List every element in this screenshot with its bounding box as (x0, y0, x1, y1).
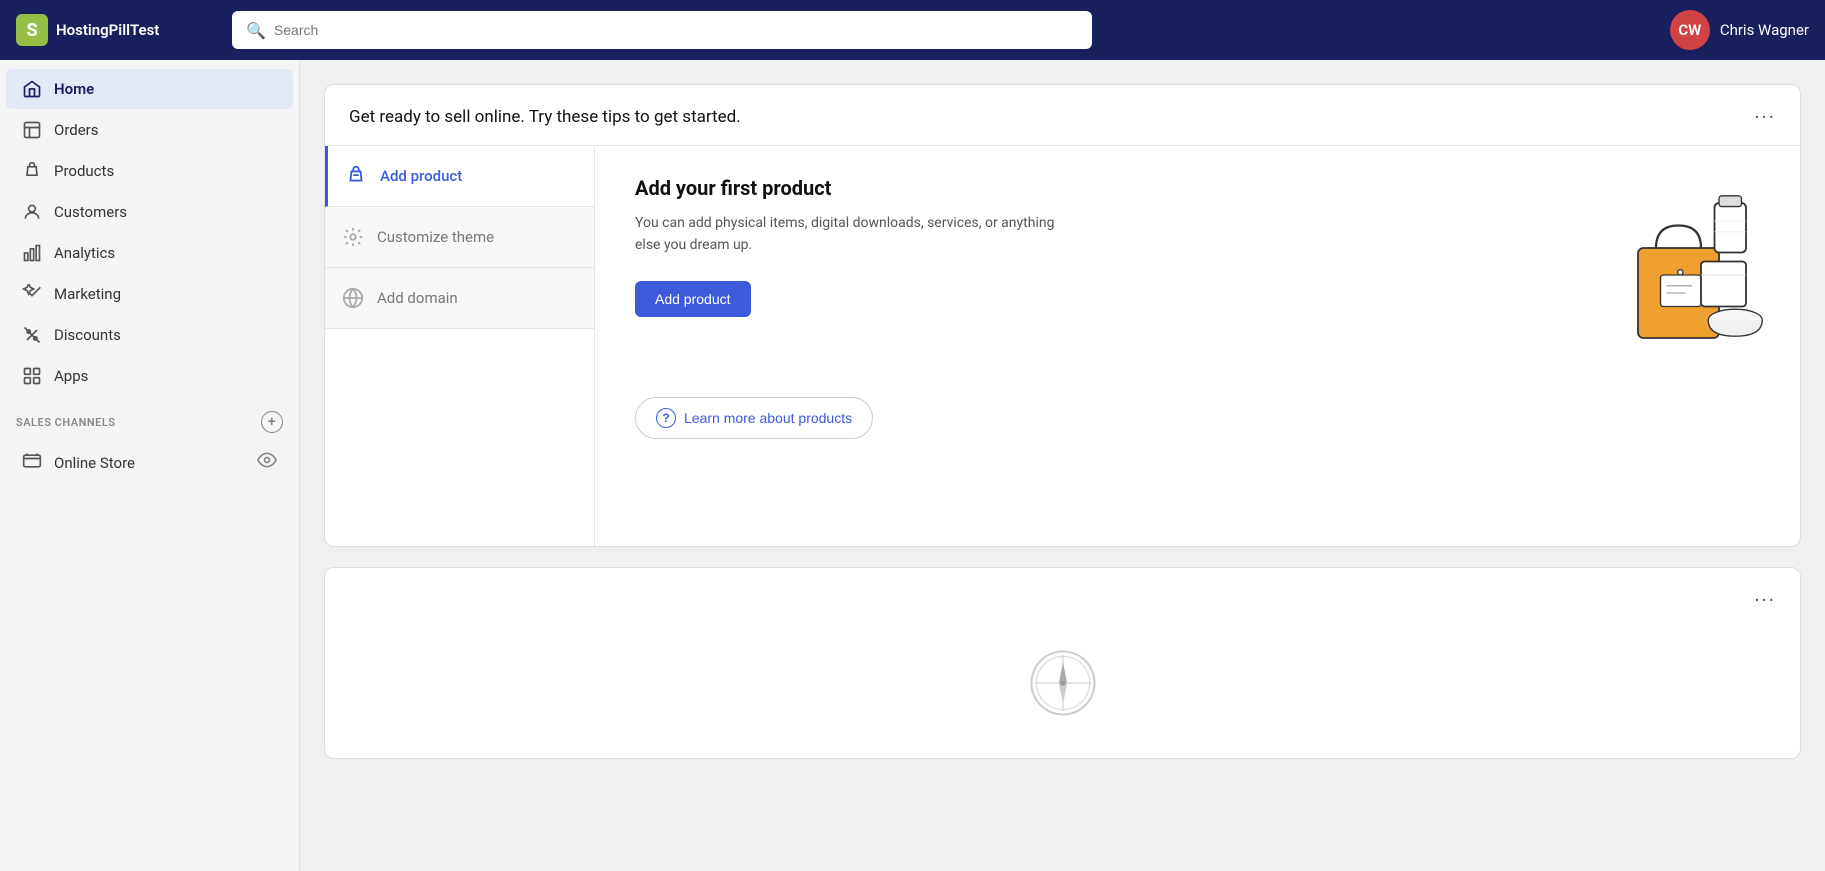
sidebar-item-label: Apps (54, 367, 88, 385)
sidebar-item-products[interactable]: Products (6, 151, 293, 191)
sidebar-item-analytics[interactable]: Analytics (6, 233, 293, 273)
step-add-domain[interactable]: Add domain (325, 268, 594, 329)
step-content-title: Add your first product (635, 176, 1055, 200)
step-content-area: Add your first product You can add physi… (595, 146, 1800, 546)
step-add-product[interactable]: Add product (325, 146, 594, 207)
sidebar-item-label: Home (54, 80, 94, 98)
main-layout: Home Orders Products (0, 60, 1825, 871)
discounts-icon (22, 325, 42, 345)
sidebar-item-label: Analytics (54, 244, 115, 262)
sidebar-item-home[interactable]: Home (6, 69, 293, 109)
sidebar-item-label: Products (54, 162, 114, 180)
sidebar-item-customers[interactable]: Customers (6, 192, 293, 232)
sidebar-item-label: Customers (54, 203, 127, 221)
add-domain-icon (341, 286, 365, 310)
customize-theme-icon (341, 225, 365, 249)
sidebar-item-label: Discounts (54, 326, 121, 344)
online-store-label: Online Store (54, 454, 135, 472)
add-product-icon (344, 164, 368, 188)
second-card-partial: ··· (324, 567, 1801, 759)
card2-more-options-button[interactable]: ··· (1754, 588, 1776, 612)
search-input[interactable] (274, 22, 1078, 38)
step-content-description: You can add physical items, digital down… (635, 212, 1055, 257)
step-content-text: Add your first product You can add physi… (635, 176, 1055, 439)
card-more-options-button[interactable]: ··· (1754, 105, 1776, 129)
apps-icon (22, 366, 42, 386)
products-icon (22, 161, 42, 181)
sidebar-item-apps[interactable]: Apps (6, 356, 293, 396)
sidebar-item-marketing[interactable]: Marketing (6, 274, 293, 314)
sidebar-item-label: Orders (54, 121, 99, 139)
sales-channels-section: SALES CHANNELS + (0, 397, 299, 439)
step-label: Add domain (377, 289, 458, 307)
step-label: Add product (380, 167, 462, 185)
add-sales-channel-button[interactable]: + (261, 411, 283, 433)
steps-list: Add product Customize theme (325, 146, 595, 546)
compass-illustration (1028, 648, 1098, 718)
customers-icon (22, 202, 42, 222)
store-name: HostingPillTest (56, 21, 159, 39)
search-icon: 🔍 (246, 21, 266, 40)
logo-area[interactable]: S HostingPillTest (16, 14, 216, 46)
getting-started-card: Get ready to sell online. Try these tips… (324, 84, 1801, 547)
user-area: CW Chris Wagner (1670, 10, 1809, 50)
learn-more-button[interactable]: ? Learn more about products (635, 397, 873, 439)
learn-more-label: Learn more about products (684, 410, 852, 426)
sidebar-item-orders[interactable]: Orders (6, 110, 293, 150)
online-store-icon (22, 451, 42, 475)
step-customize-theme[interactable]: Customize theme (325, 207, 594, 268)
top-navigation: S HostingPillTest 🔍 CW Chris Wagner (0, 0, 1825, 60)
add-product-button[interactable]: Add product (635, 281, 751, 317)
card-title: Get ready to sell online. Try these tips… (349, 107, 741, 127)
sidebar-item-discounts[interactable]: Discounts (6, 315, 293, 355)
sidebar-item-online-store[interactable]: Online Store (6, 440, 293, 485)
analytics-icon (22, 243, 42, 263)
step-label: Customize theme (377, 228, 494, 246)
product-illustration (1584, 176, 1764, 356)
sidebar: Home Orders Products (0, 60, 300, 871)
orders-icon (22, 120, 42, 140)
help-circle-icon: ? (656, 408, 676, 428)
shopify-logo-icon: S (16, 14, 48, 46)
sidebar-item-label: Marketing (54, 285, 121, 303)
avatar[interactable]: CW (1670, 10, 1710, 50)
user-name: Chris Wagner (1720, 21, 1809, 39)
steps-layout: Add product Customize theme (325, 145, 1800, 546)
card-header: Get ready to sell online. Try these tips… (325, 85, 1800, 145)
visibility-icon[interactable] (257, 450, 277, 475)
main-content: Get ready to sell online. Try these tips… (300, 60, 1825, 871)
home-icon (22, 79, 42, 99)
marketing-icon (22, 284, 42, 304)
search-bar[interactable]: 🔍 (232, 11, 1092, 49)
